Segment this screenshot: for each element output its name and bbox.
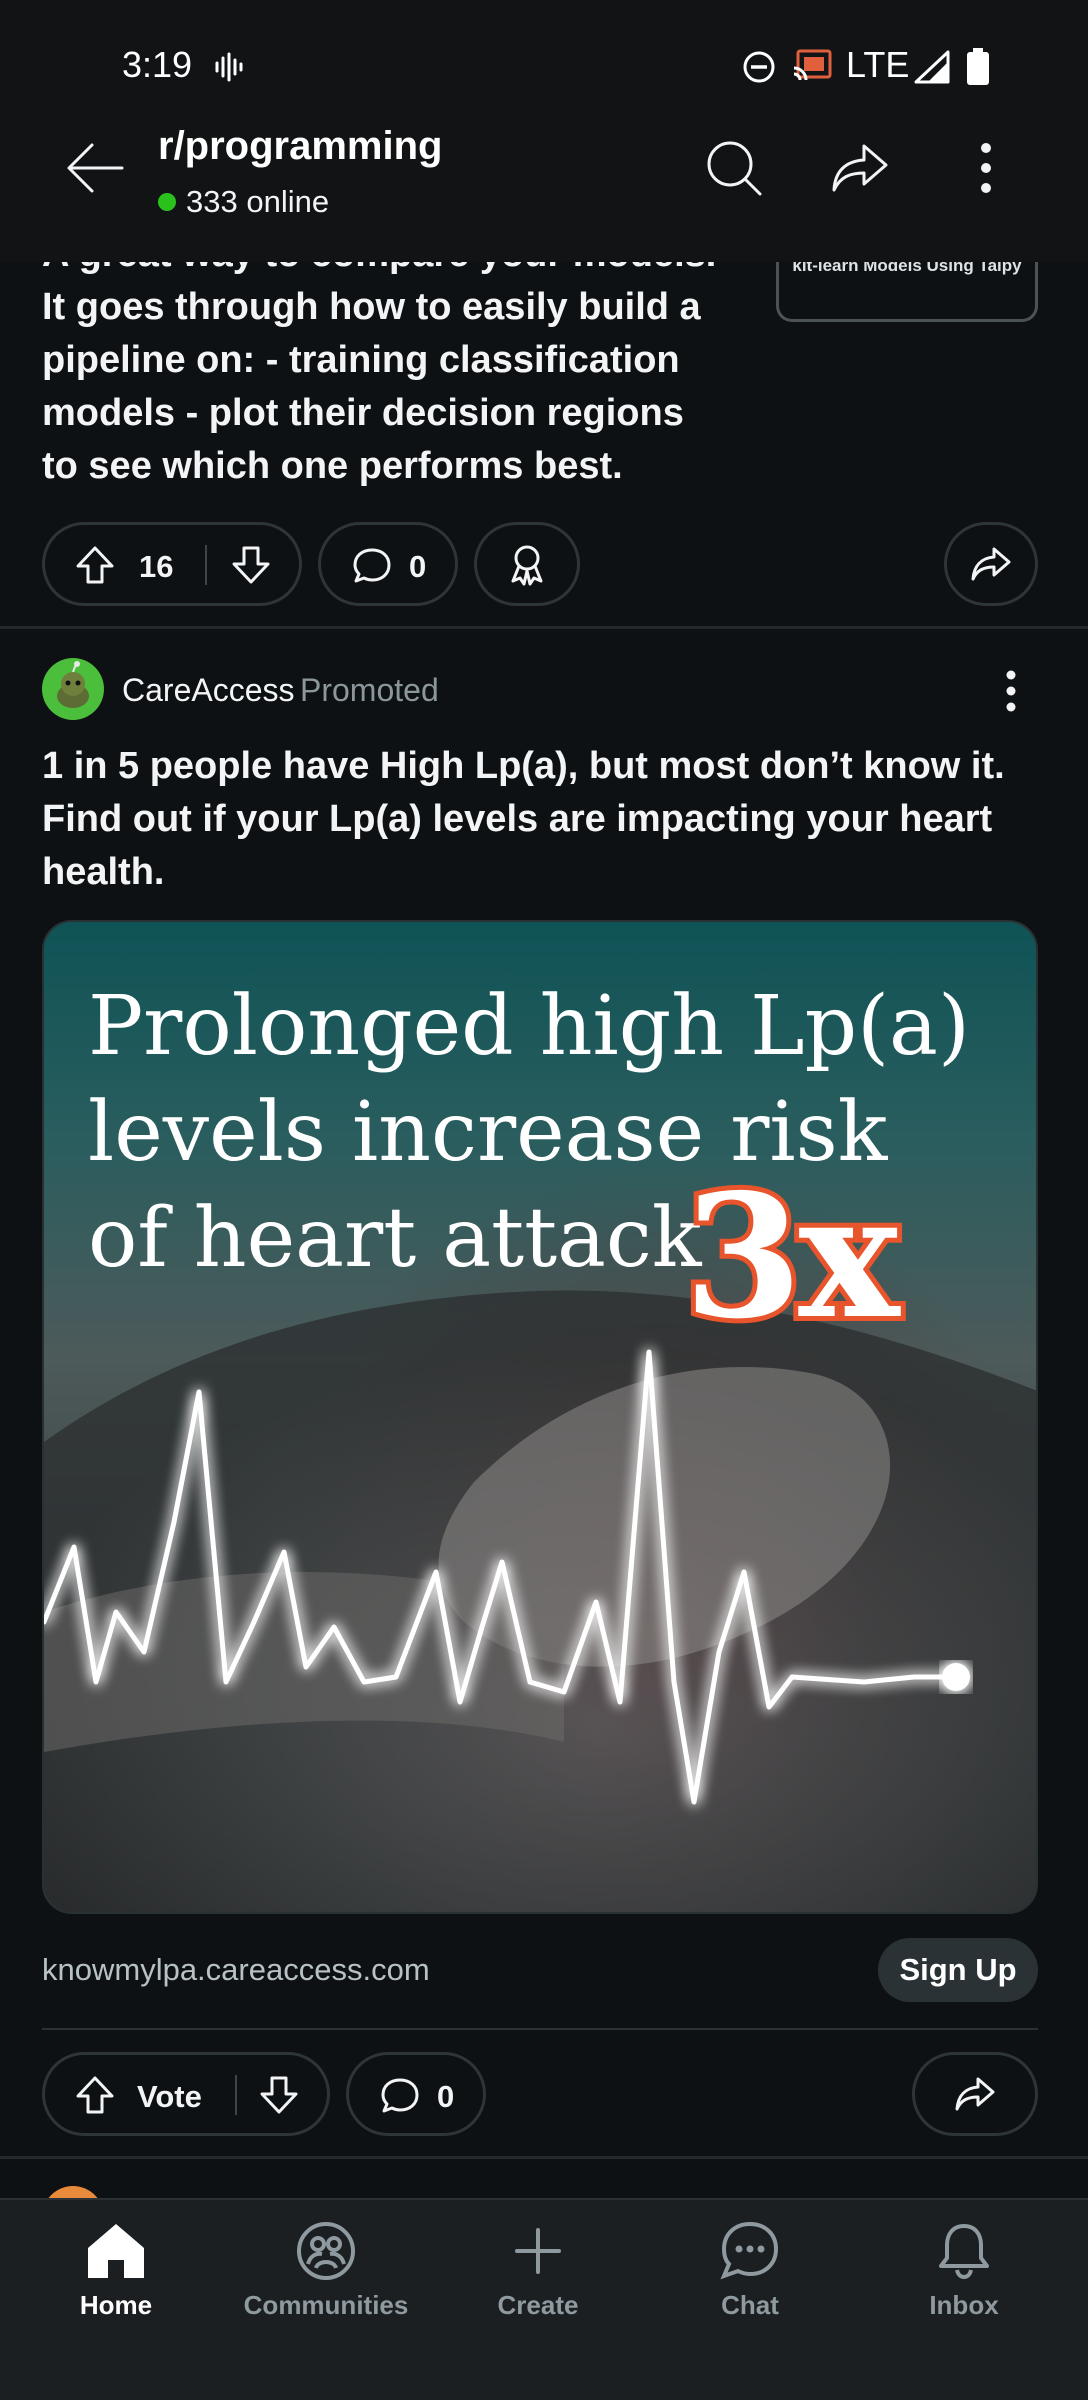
search-icon [707, 141, 762, 196]
vote-bar: Vote [42, 2052, 330, 2136]
vote-score: 16 [139, 549, 174, 584]
back-arrow-icon [67, 143, 124, 193]
app-header: 3:19 LTE r/programming 333 online [0, 0, 1088, 262]
ad-separator [42, 2028, 1038, 2030]
nav-inbox[interactable]: Inbox [874, 2220, 1054, 2340]
share-subreddit-button[interactable] [818, 126, 902, 210]
comments-button[interactable]: 0 [318, 522, 458, 606]
feed-divider [0, 626, 1088, 629]
comment-count: 0 [409, 549, 427, 584]
snoo-avatar-icon [57, 661, 89, 708]
post-body-line: pipeline on: - training classification [42, 339, 680, 381]
vibrate-icon [215, 52, 243, 82]
comment-icon [353, 548, 391, 583]
more-vertical-icon [981, 143, 991, 193]
avatar[interactable] [42, 658, 104, 720]
award-icon [511, 545, 543, 586]
feed-divider [0, 2156, 1088, 2159]
home-icon [88, 2224, 144, 2278]
chat-icon [720, 2221, 779, 2280]
comments-button[interactable]: 0 [346, 2052, 486, 2136]
nav-communities[interactable]: Communities [236, 2220, 416, 2340]
award-button[interactable] [474, 522, 580, 606]
nav-communities-label: Communities [243, 2290, 409, 2320]
plus-icon [515, 2228, 561, 2274]
back-button[interactable] [50, 128, 140, 208]
signal-icon [914, 50, 950, 84]
more-vertical-icon [1006, 670, 1016, 712]
vote-bar: 16 [42, 522, 302, 606]
vote-divider [235, 2075, 237, 2115]
online-count: 333 online [158, 184, 329, 220]
status-time: 3:19 [122, 44, 193, 85]
promoted-label: Promoted [300, 672, 439, 708]
downvote-icon[interactable] [257, 2073, 301, 2117]
nav-chat-label: Chat [721, 2290, 779, 2320]
subreddit-name[interactable]: r/programming [158, 124, 442, 169]
ad-image-multiplier: 3x [679, 1157, 905, 1357]
post-body-line: to see which one performs best. [42, 445, 623, 487]
nav-create[interactable]: Create [448, 2220, 628, 2340]
downvote-icon[interactable] [229, 543, 273, 587]
network-type: LTE [846, 44, 910, 85]
bell-icon [939, 2224, 989, 2280]
communities-icon [297, 2222, 355, 2280]
nav-home[interactable]: Home [26, 2220, 206, 2340]
vote-label: Vote [137, 2079, 202, 2114]
ad-title[interactable]: 1 in 5 people have High Lp(a), but most … [42, 740, 1052, 899]
headline-line: Prolonged high Lp(a) [88, 979, 970, 1074]
nav-home-label: Home [79, 2290, 153, 2320]
do-not-disturb-icon [743, 51, 775, 83]
vote-divider [205, 545, 207, 585]
comment-count: 0 [437, 2079, 455, 2114]
nav-create-label: Create [497, 2290, 579, 2320]
post-body-line: It goes through how to easily build a [42, 286, 701, 328]
bottom-navigation: Home Communities Create Chat Inbox [0, 2198, 1088, 2400]
battery-icon [967, 48, 989, 85]
search-button[interactable] [694, 126, 774, 210]
comment-icon [381, 2078, 419, 2113]
nav-chat[interactable]: Chat [660, 2220, 840, 2340]
sign-up-button[interactable]: Sign Up [878, 1938, 1038, 2002]
upvote-icon[interactable] [73, 543, 117, 587]
post-body-text[interactable]: A great way to compare your models. It g… [42, 228, 742, 493]
share-icon [971, 547, 1011, 581]
ad-image[interactable]: Prolonged high Lp(a) levels increase ris… [42, 920, 1038, 1914]
nav-inbox-label: Inbox [929, 2290, 999, 2320]
cast-icon [793, 49, 832, 81]
post-body-line: models - plot their decision regions [42, 392, 684, 434]
post-options-button[interactable] [994, 660, 1028, 722]
more-options-button[interactable] [950, 126, 1022, 210]
online-count-text: 333 online [186, 184, 330, 219]
ad-author-name[interactable]: CareAccess [122, 672, 295, 709]
share-icon [955, 2077, 995, 2111]
ad-link-domain[interactable]: knowmylpa.careaccess.com [42, 1952, 430, 1988]
share-button[interactable] [912, 2052, 1038, 2136]
share-button[interactable] [944, 522, 1038, 606]
share-icon [832, 144, 888, 192]
upvote-icon[interactable] [73, 2073, 117, 2117]
online-dot-icon [158, 193, 176, 211]
